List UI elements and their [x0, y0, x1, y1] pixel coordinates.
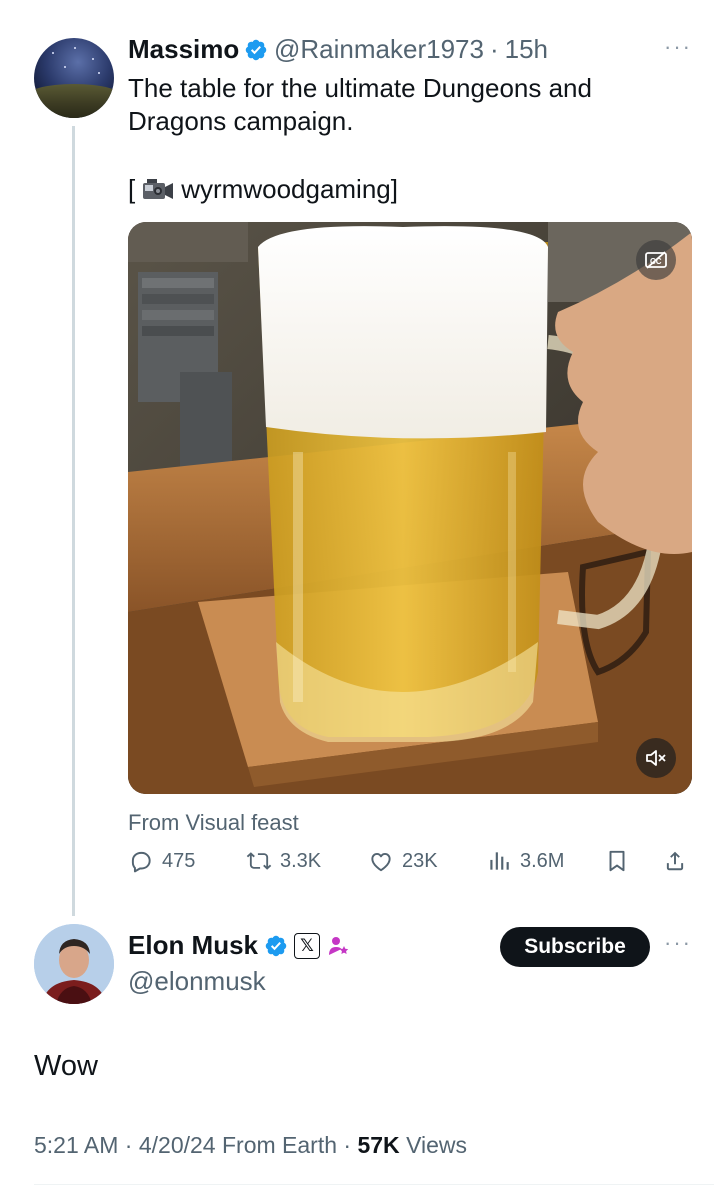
like-icon [371, 852, 391, 872]
reply-author-name[interactable]: Elon Musk [128, 930, 258, 961]
mute-icon [646, 750, 666, 766]
affiliate-icon[interactable] [326, 934, 350, 958]
reply-time[interactable]: 5:21 AM [34, 1132, 118, 1158]
meta-separator: · [124, 1132, 139, 1158]
author-handle[interactable]: @Rainmaker1973 [274, 34, 484, 65]
tweet-action-bar: 475 3.3K 23K 3.6M [128, 848, 692, 884]
author-name[interactable]: Massimo [128, 34, 239, 65]
repost-button[interactable]: 3.3K [246, 848, 321, 874]
reply-author-avatar[interactable] [34, 924, 114, 1004]
x-logo-icon[interactable]: 𝕏 [294, 932, 321, 959]
reply-views-label: Views [406, 1132, 467, 1158]
embed-credit: [ wyrmwoodgaming] [128, 174, 398, 205]
reply-author-row: Elon Musk 𝕏 [128, 930, 350, 961]
embed-bracket: [ [128, 174, 136, 204]
bookmark-icon [609, 850, 625, 872]
tweet-timestamp[interactable]: 15h [505, 34, 548, 65]
captions-off-icon: CC [645, 251, 667, 269]
reply-source: From Earth [221, 1132, 338, 1158]
bookmark-button[interactable] [604, 848, 630, 874]
mute-button[interactable] [636, 738, 676, 778]
meta-separator: · [489, 34, 499, 64]
reply-date[interactable]: 4/20/24 [139, 1132, 216, 1158]
media-source-attribution[interactable]: From Visual feast [128, 810, 299, 836]
views-icon [490, 852, 509, 870]
captions-button[interactable]: CC [636, 240, 676, 280]
reply-views-count: 57K [357, 1132, 400, 1158]
verified-icon [245, 39, 267, 60]
share-icon [666, 851, 684, 871]
meta-separator: · [343, 1132, 358, 1158]
view-count: 3.6M [520, 849, 565, 872]
author-meta: @Rainmaker1973 · 15h [244, 34, 548, 65]
reply-count: 475 [162, 849, 196, 872]
thread-connector-line [72, 126, 75, 916]
share-button[interactable] [662, 848, 688, 874]
reply-text: Wow [34, 1050, 98, 1082]
avatar-portrait [34, 924, 114, 1004]
reply-author-handle[interactable]: @elonmusk [128, 966, 266, 997]
verified-icon [265, 935, 287, 956]
author-avatar[interactable] [34, 38, 114, 118]
author-name-text[interactable]: Massimo [128, 34, 239, 64]
repost-count: 3.3K [280, 849, 322, 872]
tweet-text: The table for the ultimate Dungeons and … [128, 73, 592, 136]
tweet-video[interactable] [128, 222, 692, 794]
video-frame [128, 222, 692, 794]
more-options-button[interactable]: ··· [664, 34, 692, 60]
reply-more-options-button[interactable]: ··· [664, 930, 692, 956]
subscribe-button[interactable]: Subscribe [500, 927, 650, 967]
like-button[interactable]: 23K [368, 848, 438, 874]
reply-button[interactable]: 475 [128, 848, 195, 874]
video-camera-icon [143, 178, 174, 199]
divider [34, 1184, 714, 1185]
embed-source-name[interactable]: wyrmwoodgaming] [181, 174, 398, 205]
views-button[interactable]: 3.6M [486, 848, 564, 874]
repost-icon [246, 852, 272, 870]
reply-metadata: 5:21 AM · 4/20/24 From Earth · 57K Views [34, 1132, 467, 1159]
like-count: 23K [402, 849, 438, 872]
reply-icon [131, 851, 151, 873]
